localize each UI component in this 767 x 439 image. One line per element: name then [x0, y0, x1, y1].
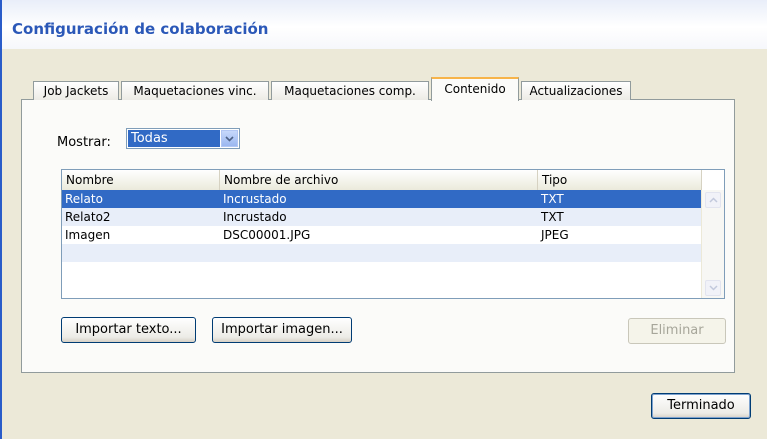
- collaboration-setup-dialog: Configuración de colaboración Job Jacket…: [0, 0, 767, 439]
- cell-filename: Incrustado: [223, 210, 287, 224]
- tab-actualizaciones[interactable]: Actualizaciones: [521, 81, 631, 100]
- vertical-scrollbar[interactable]: [701, 190, 724, 298]
- tab-contenido[interactable]: Contenido: [431, 77, 519, 101]
- empty-row: [62, 244, 702, 262]
- filter-dropdown[interactable]: Todas: [126, 128, 240, 149]
- done-button[interactable]: Terminado: [651, 393, 751, 419]
- import-image-button[interactable]: Importar imagen...: [212, 317, 352, 343]
- dialog-title: Configuración de colaboración: [12, 20, 269, 38]
- column-header-filename[interactable]: Nombre de archivo: [220, 170, 538, 190]
- table-row[interactable]: Relato2 Incrustado TXT: [62, 208, 702, 226]
- title-bar: Configuración de colaboración: [2, 0, 767, 49]
- delete-button[interactable]: Eliminar: [628, 318, 726, 344]
- scroll-down-arrow-icon[interactable]: [705, 280, 721, 296]
- tab-maquetaciones-comp[interactable]: Maquetaciones comp.: [271, 81, 429, 100]
- cell-type: JPEG: [541, 228, 569, 242]
- table-row[interactable]: Relato Incrustado TXT: [62, 190, 702, 208]
- cell-name: Relato2: [65, 210, 111, 224]
- content-list[interactable]: Nombre Nombre de archivo Tipo Relato Inc…: [61, 169, 725, 299]
- cell-name: Relato: [65, 192, 103, 206]
- cell-filename: DSC00001.JPG: [223, 228, 311, 242]
- tab-job-jackets[interactable]: Job Jackets: [33, 81, 119, 100]
- tab-maquetaciones-vinc[interactable]: Maquetaciones vinc.: [121, 81, 269, 100]
- cell-filename: Incrustado: [223, 192, 287, 206]
- cell-type: TXT: [541, 192, 564, 206]
- list-header: Nombre Nombre de archivo Tipo: [62, 170, 702, 191]
- cell-type: TXT: [541, 210, 564, 224]
- column-header-name[interactable]: Nombre: [62, 170, 220, 190]
- column-header-type[interactable]: Tipo: [538, 170, 702, 190]
- import-text-button[interactable]: Importar texto...: [61, 317, 196, 343]
- cell-name: Imagen: [65, 228, 111, 242]
- filter-label: Mostrar:: [57, 135, 111, 150]
- chevron-down-icon[interactable]: [221, 130, 238, 147]
- scroll-up-arrow-icon[interactable]: [705, 192, 721, 208]
- table-row[interactable]: Imagen DSC00001.JPG JPEG: [62, 226, 702, 244]
- filter-selected-value: Todas: [128, 130, 220, 147]
